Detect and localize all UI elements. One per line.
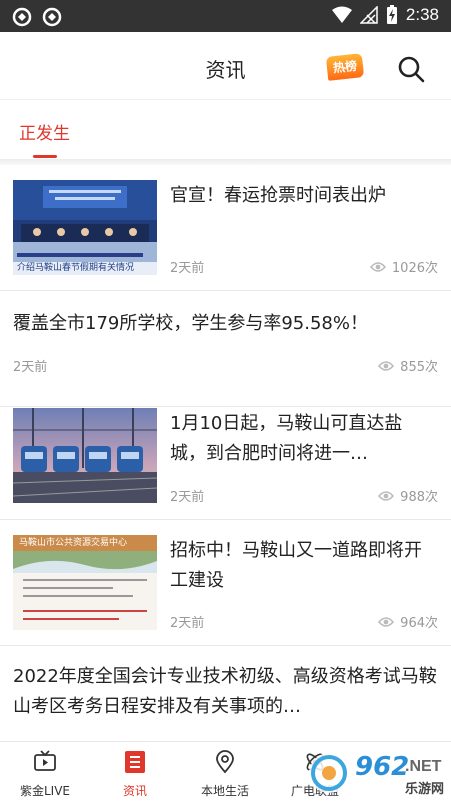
hot-list-button[interactable]: 热榜 [325,53,365,81]
nav-item-zijin-live[interactable]: 紫金LIVE [0,742,90,803]
status-time: 2:38 [405,5,439,24]
news-time: 2天前 [170,261,205,276]
watermark-site: 乐游网 [405,782,445,797]
signal-icon [359,6,378,24]
view-count: 1026次 [369,257,438,276]
news-headline: 1月10日起，马鞍山可直达盐城，到合肥时间将进一… [170,413,403,464]
list-item[interactable]: 马鞍山市公共资源交易中心 招标中！马鞍山又一道路即将开工建设 2天前 964次 [0,520,451,646]
list-item[interactable]: 1月10日起，马鞍山可直达盐城，到合肥时间将进一… 2天前 988次 [0,407,451,520]
list-item[interactable]: 2022年度全国会计专业技术初级、高级资格考试马鞍山考区考务日程安排及有关事项的… [0,646,451,741]
battery-charging-icon [386,5,397,24]
eye-icon [378,490,395,501]
watermark-suffix: .NET [405,758,442,775]
news-headline: 覆盖全市179所学校，学生参与率95.58%！ [13,313,368,334]
site-watermark: 962 .NET 乐游网 [305,746,451,800]
notification-icon [42,7,62,27]
view-count: 855次 [378,356,438,375]
list-icon [125,751,145,773]
view-count: 964次 [378,612,438,631]
nav-label: 资讯 [122,784,147,798]
view-count-text: 1026次 [391,261,438,276]
news-time: 2天前 [13,360,48,375]
thumbnail-caption: 介绍马鞍山春节假期有关情况 [17,263,135,273]
app-header: 资讯 热榜 [0,32,451,100]
nav-item-local-life[interactable]: 本地生活 [180,742,270,803]
list-item[interactable]: 介绍马鞍山春节假期有关情况 官宣！春运抢票时间表出炉 2天前 1026次 [0,165,451,291]
tab-happening[interactable]: 正发生 [19,119,70,144]
status-bar: 2:38 [0,0,451,32]
news-headline: 2022年度全国会计专业技术初级、高级资格考试马鞍山考区考务日程安排及有关事项的… [13,666,437,717]
tab-indicator [33,155,57,158]
thumbnail-caption: 马鞍山市公共资源交易中心 [19,538,128,548]
news-thumbnail: 马鞍山市公共资源交易中心 [13,535,157,630]
news-time: 2天前 [170,616,205,631]
eye-icon [378,616,395,627]
nav-label: 本地生活 [200,784,249,798]
news-list[interactable]: 介绍马鞍山春节假期有关情况 官宣！春运抢票时间表出炉 2天前 1026次 覆盖全… [0,165,451,741]
news-thumbnail [13,408,157,503]
news-thumbnail: 介绍马鞍山春节假期有关情况 [13,180,157,275]
list-item[interactable]: 覆盖全市179所学校，学生参与率95.58%！ 2天前 855次 [0,291,451,407]
news-headline: 招标中！马鞍山又一道路即将开工建设 [170,540,422,591]
location-icon [216,750,234,774]
search-icon[interactable] [396,54,426,84]
watermark-number: 962 [355,752,410,782]
page-title: 资讯 [205,58,246,82]
nav-item-news[interactable]: 资讯 [90,742,180,803]
view-count-text: 988次 [400,490,438,505]
eye-icon [369,261,386,272]
view-count-text: 855次 [400,360,438,375]
news-headline: 官宣！春运抢票时间表出炉 [170,185,386,206]
tv-icon [34,750,56,771]
nav-label: 紫金LIVE [19,784,71,798]
notification-icon [12,7,32,27]
wifi-icon [331,6,352,23]
view-count-text: 964次 [400,616,438,631]
category-tabs: 正发生 [0,101,451,159]
eye-icon [378,360,395,371]
view-count: 988次 [378,486,438,505]
news-time: 2天前 [170,490,205,505]
